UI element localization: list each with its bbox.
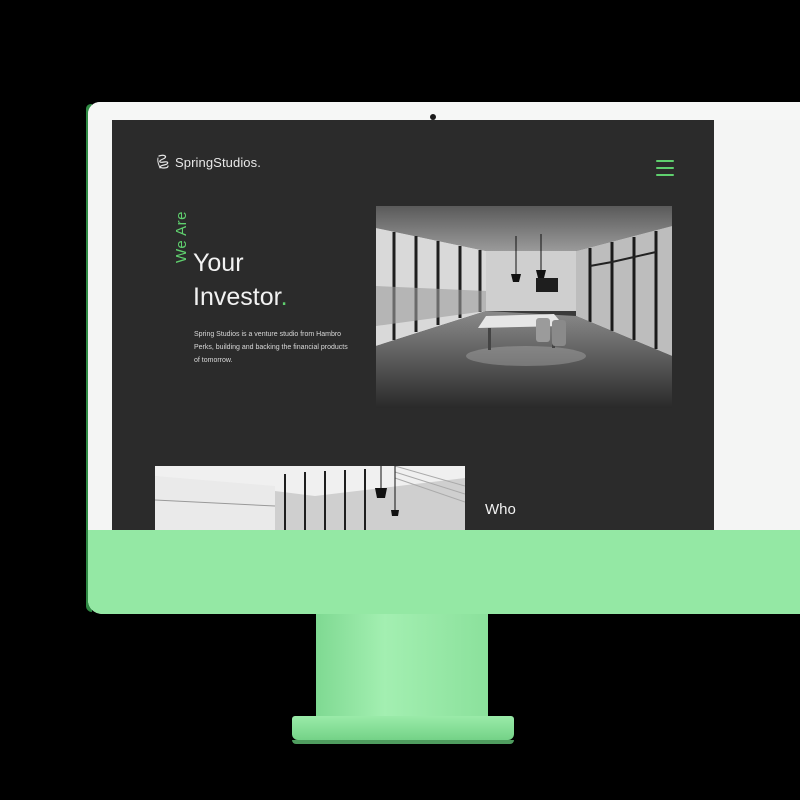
hero-intro-text: Spring Studios is a venture studio from …	[194, 328, 374, 367]
hero-intro-line: of tomorrow.	[194, 357, 233, 364]
spring-coil-icon	[157, 154, 169, 169]
hero-headline-word: Investor	[193, 283, 281, 311]
hero-headline-line-2: Investor.	[193, 283, 288, 311]
monitor-stand-base	[292, 716, 514, 740]
website-screen: SpringStudios. We Are Your Investor. Spr…	[112, 120, 714, 530]
monitor-stand-base-edge	[292, 740, 514, 744]
hero-vertical-label: We Are	[173, 211, 190, 263]
hero-office-photo	[376, 206, 672, 408]
monitor-chin	[88, 530, 800, 614]
hero-headline-line-1: Your	[193, 249, 244, 277]
hamburger-menu-icon[interactable]	[656, 160, 674, 176]
monitor-right-bezel	[714, 120, 800, 530]
hero-intro-line: Perks, building and backing the financia…	[194, 344, 348, 351]
brand-name: SpringStudios.	[175, 154, 261, 170]
office-corridor-photo	[155, 466, 465, 530]
monitor-top-bezel	[88, 102, 800, 122]
monitor-left-bezel	[88, 120, 112, 530]
site-logo[interactable]: SpringStudios.	[156, 153, 261, 171]
section-heading: Who	[485, 501, 516, 518]
hero-headline-dot: .	[280, 283, 288, 311]
monitor: SpringStudios. We Are Your Investor. Spr…	[88, 102, 800, 614]
hero-intro-line: Spring Studios is a venture studio from …	[194, 331, 342, 338]
monitor-stand-neck	[316, 614, 488, 722]
